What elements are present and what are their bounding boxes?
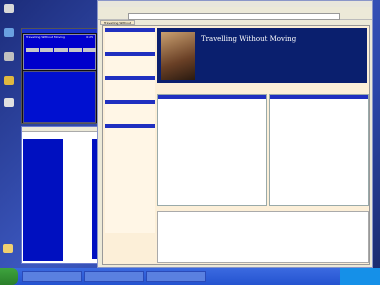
taskbar-button[interactable] [84, 271, 144, 282]
page-bottom-panel [157, 211, 369, 263]
desktop-icon[interactable] [4, 76, 14, 85]
winamp-time: 0:25 [86, 35, 93, 39]
taskbar-button[interactable] [22, 271, 82, 282]
browser-toolbar[interactable] [98, 12, 372, 20]
system-tray [340, 268, 380, 285]
taskbar-button[interactable] [146, 271, 206, 282]
winamp-track-title: Travelling Without Moving [26, 35, 65, 39]
start-button[interactable] [0, 268, 18, 285]
address-bar[interactable] [128, 13, 340, 20]
album-banner: Travelling Without Moving [157, 28, 367, 83]
desktop-icon[interactable] [4, 98, 14, 107]
banner-title: Travelling Without Moving [201, 35, 297, 43]
winamp-controls[interactable] [26, 48, 97, 52]
taskbar [0, 268, 380, 285]
desktop-icon[interactable] [4, 52, 14, 61]
web-page: Travelling Without Moving [102, 25, 370, 265]
table-header [158, 95, 266, 99]
winamp-window: Travelling Without Moving 0:25 [21, 28, 98, 124]
browser-window: Travelling Without Travelling Without Mo… [97, 0, 373, 268]
desktop-icon[interactable] [3, 244, 13, 253]
winamp-playlist[interactable] [23, 71, 96, 123]
left-table [157, 94, 267, 206]
table-header [270, 95, 368, 99]
explorer-folder-tree[interactable] [23, 139, 63, 261]
winamp-titlebar[interactable] [22, 29, 97, 33]
desktop-icon[interactable] [4, 4, 14, 13]
sidebar-box-header [105, 124, 155, 128]
desktop-icon[interactable] [4, 28, 14, 37]
page-sidebar [105, 28, 155, 233]
winamp-display: Travelling Without Moving 0:25 [23, 34, 97, 70]
right-table [269, 94, 369, 206]
album-photo [161, 32, 195, 80]
